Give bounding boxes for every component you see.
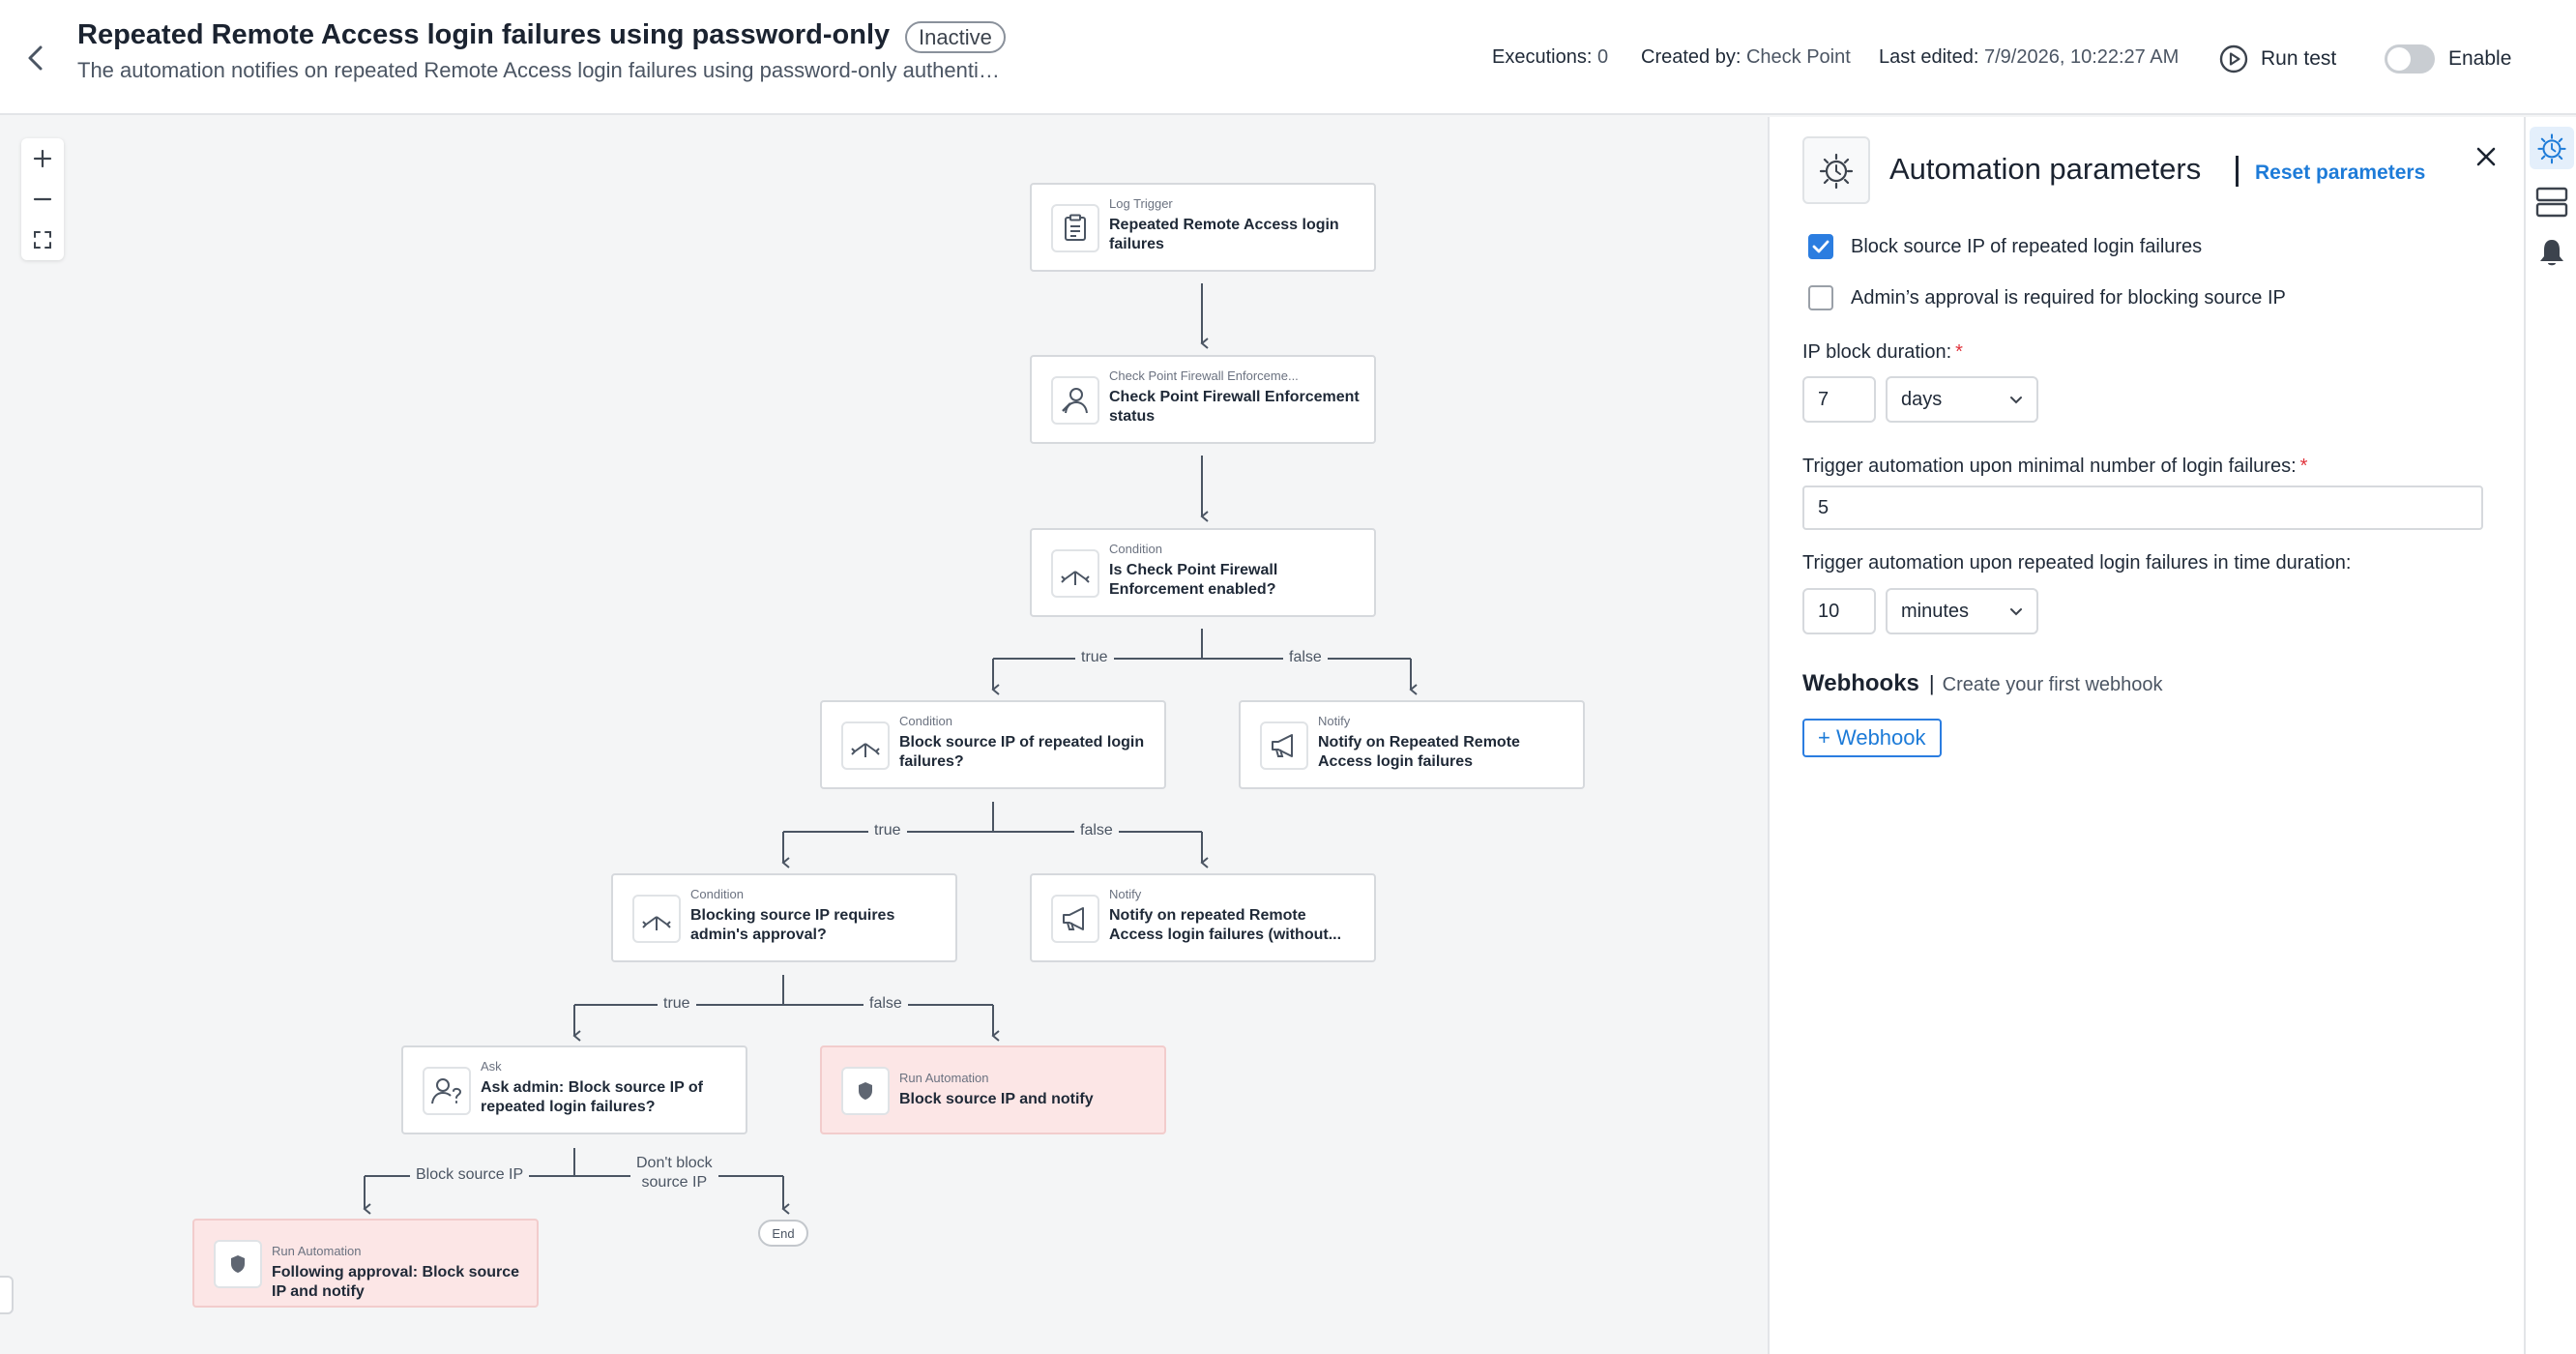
- webhooks-hint: Create your first webhook: [1942, 674, 2163, 695]
- shield-icon: [841, 1067, 890, 1115]
- flow-node-run-block-notify[interactable]: Run Automation Block source IP and notif…: [820, 1045, 1166, 1134]
- edge-label-dont-block: Don't block source IP: [630, 1154, 718, 1192]
- clipboard-icon: [1051, 204, 1099, 252]
- executions-meta: Executions: 0: [1492, 46, 1609, 68]
- edge-label-false: false: [864, 994, 908, 1014]
- edge-label-true: true: [868, 821, 907, 840]
- user-question-icon: [423, 1067, 471, 1115]
- flow-node-condition-approval[interactable]: Condition Blocking source IP requires ad…: [611, 873, 957, 962]
- flow-node-ask-admin[interactable]: Ask Ask admin: Block source IP of repeat…: [401, 1045, 747, 1134]
- flow-node-notify[interactable]: Notify Notify on Repeated Remote Access …: [1239, 700, 1585, 789]
- condition-split-icon: [841, 721, 890, 770]
- flow-node-condition-enforcement[interactable]: Condition Is Check Point Firewall Enforc…: [1030, 528, 1376, 617]
- admin-approval-label: Admin’s approval is required for blockin…: [1851, 286, 2286, 309]
- play-circle-icon: [2219, 44, 2248, 74]
- flow-node-firewall-status[interactable]: Check Point Firewall Enforceme... Check …: [1030, 355, 1376, 444]
- block-source-ip-checkbox[interactable]: [1808, 234, 1833, 259]
- webhooks-title: Webhooks: [1802, 670, 1919, 696]
- time-duration-input[interactable]: [1802, 588, 1876, 634]
- edge-label-true: true: [658, 994, 696, 1014]
- enable-toggle-group: Enable: [2385, 43, 2511, 75]
- ip-block-duration-label: IP block duration: *: [1802, 341, 1963, 363]
- back-arrow-icon[interactable]: [19, 43, 50, 74]
- block-source-ip-label: Block source IP of repeated login failur…: [1851, 235, 2203, 257]
- flow-node-condition-block-ip[interactable]: Condition Block source IP of repeated lo…: [820, 700, 1166, 789]
- run-test-button[interactable]: Run test: [2218, 43, 2336, 75]
- firewall-user-icon: [1051, 376, 1099, 425]
- close-icon[interactable]: [2470, 140, 2503, 173]
- add-webhook-button[interactable]: + Webhook: [1802, 719, 1942, 757]
- last-edited-meta: Last edited: 7/9/2026, 10:22:27 AM: [1879, 46, 2180, 68]
- reset-parameters-link[interactable]: Reset parameters: [2255, 162, 2425, 185]
- status-badge: Inactive: [905, 21, 1006, 53]
- automation-gear-icon: [1802, 136, 1870, 204]
- created-by-meta: Created by: Check Point: [1641, 46, 1851, 68]
- panel-title: Automation parameters: [1889, 152, 2202, 186]
- min-failures-label: Trigger automation upon minimal number o…: [1802, 456, 2308, 477]
- enable-label: Enable: [2448, 47, 2512, 70]
- end-node[interactable]: End: [758, 1220, 808, 1247]
- min-failures-input[interactable]: [1802, 486, 2483, 530]
- edge-label-false: false: [1074, 821, 1119, 840]
- flow-node-log-trigger[interactable]: Log Trigger Repeated Remote Access login…: [1030, 183, 1376, 272]
- chevron-down-icon: [2010, 396, 2022, 403]
- megaphone-icon: [1051, 895, 1099, 943]
- time-duration-unit-select[interactable]: minutes: [1886, 588, 2038, 634]
- megaphone-icon: [1260, 721, 1308, 770]
- page-title: Repeated Remote Access login failures us…: [77, 19, 891, 50]
- automation-parameters-panel: Automation parameters Reset parameters B…: [1768, 117, 2524, 1354]
- automation-header: Repeated Remote Access login failures us…: [0, 0, 2576, 115]
- flow-canvas[interactable]: true false true false true false Block s…: [0, 117, 1768, 1354]
- ip-block-duration-input[interactable]: [1802, 376, 1876, 423]
- flow-node-run-following-approval[interactable]: Run Automation Following approval: Block…: [192, 1219, 539, 1308]
- block-source-ip-checkbox-row[interactable]: Block source IP of repeated login failur…: [1808, 234, 2202, 259]
- admin-approval-checkbox[interactable]: [1808, 285, 1833, 310]
- edge-label-block-source-ip: Block source IP: [410, 1165, 530, 1185]
- chevron-down-icon: [2010, 607, 2022, 615]
- automation-params-icon[interactable]: [2530, 127, 2574, 169]
- canvas-side-handle[interactable]: [0, 1276, 14, 1314]
- page-subtitle: The automation notifies on repeated Remo…: [77, 58, 1006, 82]
- enable-toggle[interactable]: [2385, 44, 2435, 74]
- condition-split-icon: [1051, 549, 1099, 598]
- layout-panels-icon[interactable]: [2530, 181, 2574, 223]
- webhooks-header: Webhooks | Create your first webhook: [1802, 670, 2163, 696]
- edge-label-true: true: [1075, 648, 1114, 667]
- condition-split-icon: [632, 895, 681, 943]
- time-duration-label: Trigger automation upon repeated login f…: [1802, 552, 2352, 574]
- edge-label-false: false: [1283, 648, 1328, 667]
- admin-approval-checkbox-row[interactable]: Admin’s approval is required for blockin…: [1808, 285, 2286, 310]
- bell-icon[interactable]: [2530, 231, 2574, 274]
- right-icon-rail: [2524, 117, 2576, 1354]
- ip-block-unit-select[interactable]: days: [1886, 376, 2038, 423]
- flow-node-notify-without[interactable]: Notify Notify on repeated Remote Access …: [1030, 873, 1376, 962]
- title-divider: [2236, 156, 2239, 187]
- shield-icon: [214, 1240, 262, 1288]
